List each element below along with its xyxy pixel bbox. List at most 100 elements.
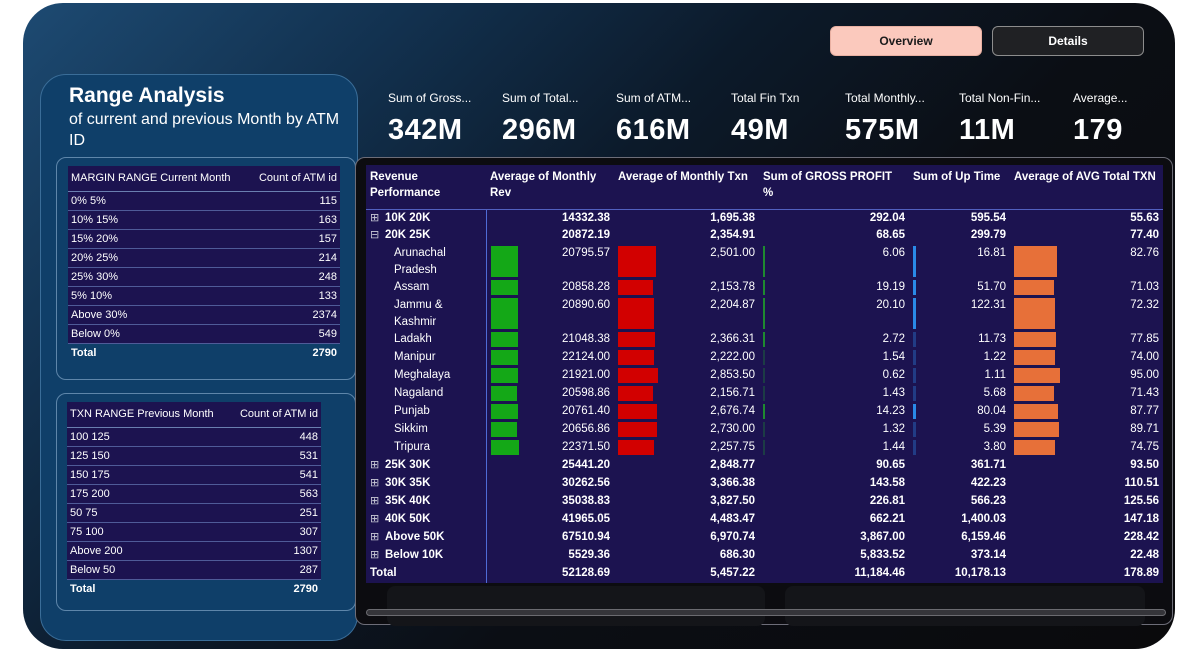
expand-icon[interactable]: ⊞ — [370, 547, 381, 564]
value-cell: 80.04 — [909, 403, 1010, 421]
column-header[interactable]: TXN RANGE Previous Month — [67, 402, 230, 428]
group-row[interactable]: ⊞ 30K 35K 30262.56 3,366.38 143.58 422.23 110.… — [366, 475, 1163, 493]
cell-value: 74.00 — [1130, 351, 1159, 363]
cell-content: 1.54 — [763, 349, 905, 367]
kpi-card[interactable]: Sum of Total... 296M — [502, 91, 612, 147]
expand-icon[interactable]: ⊞ — [370, 511, 381, 528]
state-row[interactable]: Manipur 22124.00 2,222.00 1.54 1.22 74.00 — [366, 349, 1163, 367]
group-row[interactable]: ⊞ Above 50K 67510.94 6,970.74 3,867.00 6,159.… — [366, 529, 1163, 547]
group-row[interactable]: ⊞ 40K 50K 41965.05 4,483.47 662.21 1,400.03 14… — [366, 511, 1163, 529]
table-row[interactable]: 175 200 563 — [67, 484, 321, 504]
value-cell: 6.06 — [759, 245, 909, 279]
state-row[interactable]: Punjab 20761.40 2,676.74 14.23 80.04 87.77 — [366, 403, 1163, 421]
cell-content: 2,156.71 — [618, 385, 755, 403]
column-header[interactable]: MARGIN RANGE Current Month — [68, 166, 249, 192]
cell-value: 2,222.00 — [710, 351, 755, 363]
group-row[interactable]: ⊞ 25K 30K 25441.20 2,848.77 90.65 361.71 93.50 — [366, 457, 1163, 475]
avg-txn-bar — [1014, 440, 1056, 455]
cell-content: 95.00 — [1014, 367, 1159, 385]
table-row[interactable]: 20% 25% 214 — [68, 248, 340, 268]
table-row[interactable]: 5% 10% 133 — [68, 286, 340, 306]
group-row[interactable]: ⊟ 20K 25K 20872.19 2,354.91 68.65 299.79 77.40 — [366, 227, 1163, 245]
cell-value: 1.11 — [984, 369, 1006, 381]
expand-icon[interactable]: ⊞ — [370, 210, 381, 227]
tab-overview[interactable]: Overview — [830, 26, 982, 56]
column-header[interactable]: Sum of Up Time — [909, 165, 1010, 210]
table-row[interactable]: 150 175 541 — [67, 465, 321, 485]
avg-txn-bar — [1014, 350, 1055, 365]
group-row[interactable]: ⊞ 10K 20K 14332.38 1,695.38 292.04 595.54 55.6… — [366, 209, 1163, 227]
kpi-card[interactable]: Total Non-Fin... 11M — [959, 91, 1069, 147]
table-row[interactable]: 10% 15% 163 — [68, 210, 340, 230]
column-header[interactable]: Count of ATM id — [248, 166, 340, 192]
cell-content: 74.00 — [1014, 349, 1159, 367]
table-row[interactable]: 100 125 448 — [67, 427, 321, 447]
total-row[interactable]: Total 52128.69 5,457.22 11,184.46 10,178.13 1… — [366, 565, 1163, 583]
state-row[interactable]: Sikkim 20656.86 2,730.00 1.32 5.39 89.71 — [366, 421, 1163, 439]
count-value: 307 — [229, 522, 321, 542]
column-header[interactable]: Average of Monthly Rev — [486, 165, 614, 210]
table-row[interactable]: 0% 5% 115 — [68, 191, 340, 211]
cell-value: 1.43 — [882, 387, 905, 399]
cell-content: 72.32 — [1014, 297, 1159, 331]
table-row[interactable]: 125 150 531 — [67, 446, 321, 466]
monthly-rev-bar — [490, 298, 518, 329]
table-row[interactable]: 75 100 307 — [67, 522, 321, 542]
kpi-card[interactable]: Total Fin Txn 49M — [731, 91, 841, 147]
value-cell: 125.56 — [1010, 493, 1163, 511]
tab-details[interactable]: Details — [992, 26, 1144, 56]
cell-value: 1.44 — [882, 441, 905, 453]
expand-icon[interactable]: ⊞ — [370, 493, 381, 510]
value-cell: 2,366.31 — [614, 331, 759, 349]
table-row[interactable]: Above 30% 2374 — [68, 305, 340, 325]
total-label: Total — [68, 343, 249, 362]
state-row[interactable]: Arunachal Pradesh 20795.57 2,501.00 6.06 16.… — [366, 245, 1163, 279]
expand-icon[interactable]: ⊞ — [370, 475, 381, 492]
horizontal-scrollbar[interactable] — [366, 609, 1166, 616]
state-row[interactable]: Nagaland 20598.86 2,156.71 1.43 5.68 71.43 — [366, 385, 1163, 403]
cell-value: 1.54 — [882, 351, 905, 363]
value-cell: 686.30 — [614, 547, 759, 565]
revenue-performance-matrix[interactable]: Revenue Performance Average of Monthly R… — [366, 165, 1163, 583]
cell-content: 2,676.74 — [618, 403, 755, 421]
state-row[interactable]: Meghalaya 21921.00 2,853.50 0.62 1.11 95.00 — [366, 367, 1163, 385]
table-row[interactable]: Above 200 1307 — [67, 541, 321, 561]
txn-range-table[interactable]: TXN RANGE Previous Month Count of ATM id… — [67, 402, 321, 598]
table-row[interactable]: Below 0% 549 — [68, 324, 340, 344]
cell-content: 89.71 — [1014, 421, 1159, 439]
monthly-rev-bar — [490, 280, 518, 295]
table-row[interactable]: Below 50 287 — [67, 560, 321, 580]
group-row[interactable]: ⊞ Below 10K 5529.36 686.30 5,833.52 373.14 22.… — [366, 547, 1163, 565]
column-header[interactable]: Sum of GROSS PROFIT % — [759, 165, 909, 210]
state-row[interactable]: Tripura 22371.50 2,257.75 1.44 3.80 74.75 — [366, 439, 1163, 457]
margin-range-table[interactable]: MARGIN RANGE Current Month Count of ATM … — [68, 166, 340, 362]
kpi-card[interactable]: Average... 179 — [1073, 91, 1175, 147]
expand-icon[interactable]: ⊞ — [370, 457, 381, 474]
cell-content: 22124.00 — [490, 349, 610, 367]
kpi-card[interactable]: Sum of ATM... 616M — [616, 91, 726, 147]
cell-value: 21048.38 — [562, 333, 610, 345]
cell-value: 51.70 — [977, 281, 1006, 293]
value-cell: 147.18 — [1010, 511, 1163, 529]
monthly-rev-bar — [490, 404, 518, 419]
column-header[interactable]: Average of Monthly Txn — [614, 165, 759, 210]
row-label-cell: Manipur — [366, 349, 487, 367]
table-row[interactable]: 25% 30% 248 — [68, 267, 340, 287]
txn-range-card: TXN RANGE Previous Month Count of ATM id… — [56, 393, 356, 611]
group-row[interactable]: ⊞ 35K 40K 35038.83 3,827.50 226.81 566.23 125.… — [366, 493, 1163, 511]
kpi-label: Average... — [1073, 91, 1128, 105]
column-header[interactable]: Count of ATM id — [229, 402, 321, 428]
state-row[interactable]: Ladakh 21048.38 2,366.31 2.72 11.73 77.85 — [366, 331, 1163, 349]
column-header[interactable]: Average of AVG Total TXN — [1010, 165, 1163, 210]
state-row[interactable]: Jammu & Kashmir 20890.60 2,204.87 20.10 122.… — [366, 297, 1163, 331]
value-cell: 22371.50 — [486, 439, 614, 457]
table-row[interactable]: 15% 20% 157 — [68, 229, 340, 249]
collapse-icon[interactable]: ⊟ — [370, 227, 381, 244]
expand-icon[interactable]: ⊞ — [370, 529, 381, 546]
kpi-card[interactable]: Total Monthly... 575M — [845, 91, 955, 147]
column-header[interactable]: Revenue Performance — [366, 165, 486, 210]
kpi-card[interactable]: Sum of Gross... 342M — [388, 91, 498, 147]
gross-profit-bar — [763, 440, 765, 455]
state-row[interactable]: Assam 20858.28 2,153.78 19.19 51.70 71.03 — [366, 279, 1163, 297]
table-row[interactable]: 50 75 251 — [67, 503, 321, 523]
